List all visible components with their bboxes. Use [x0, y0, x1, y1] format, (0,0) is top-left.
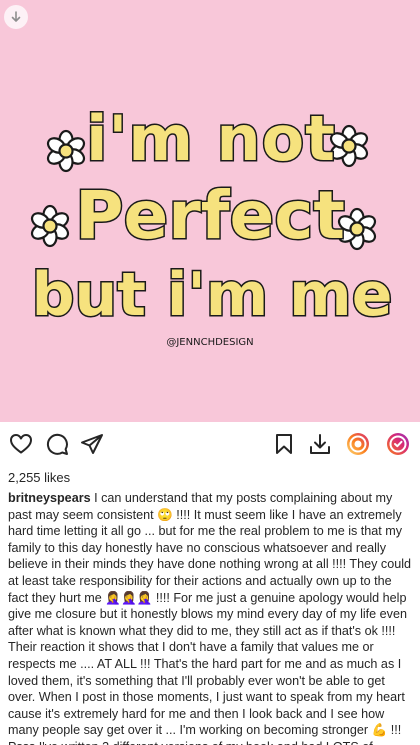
caption-text: I can understand that my posts complaini…	[8, 491, 412, 745]
post-image[interactable]: i'm not Perfect but i'm me @JENNCHDESIGN	[0, 0, 420, 422]
artwork: i'm not Perfect but i'm me @JENNCHDESIGN	[28, 101, 394, 348]
action-bar	[0, 422, 420, 466]
likes-count[interactable]: 2,255 likes	[8, 470, 70, 485]
artwork-line1: i'm not	[86, 102, 336, 175]
download-badge[interactable]	[4, 5, 28, 29]
artwork-line2: Perfect	[75, 177, 345, 254]
instagram-icon[interactable]	[346, 432, 370, 456]
share-icon[interactable]	[80, 432, 104, 456]
daisy-icon	[28, 204, 72, 248]
artwork-line3: but i'm me	[32, 260, 393, 330]
comment-icon[interactable]	[45, 432, 69, 456]
instagram-alt-icon[interactable]	[386, 432, 410, 456]
post-caption: britneyspears I can understand that my p…	[8, 490, 412, 745]
artwork-credit: @JENNCHDESIGN	[166, 337, 253, 348]
heart-icon[interactable]	[9, 432, 33, 456]
save-icon[interactable]	[272, 432, 296, 456]
daisy-icon	[44, 129, 88, 173]
arrow-down-icon	[11, 11, 21, 22]
caption-username[interactable]: britneyspears	[8, 491, 91, 505]
download-icon[interactable]	[308, 432, 332, 456]
